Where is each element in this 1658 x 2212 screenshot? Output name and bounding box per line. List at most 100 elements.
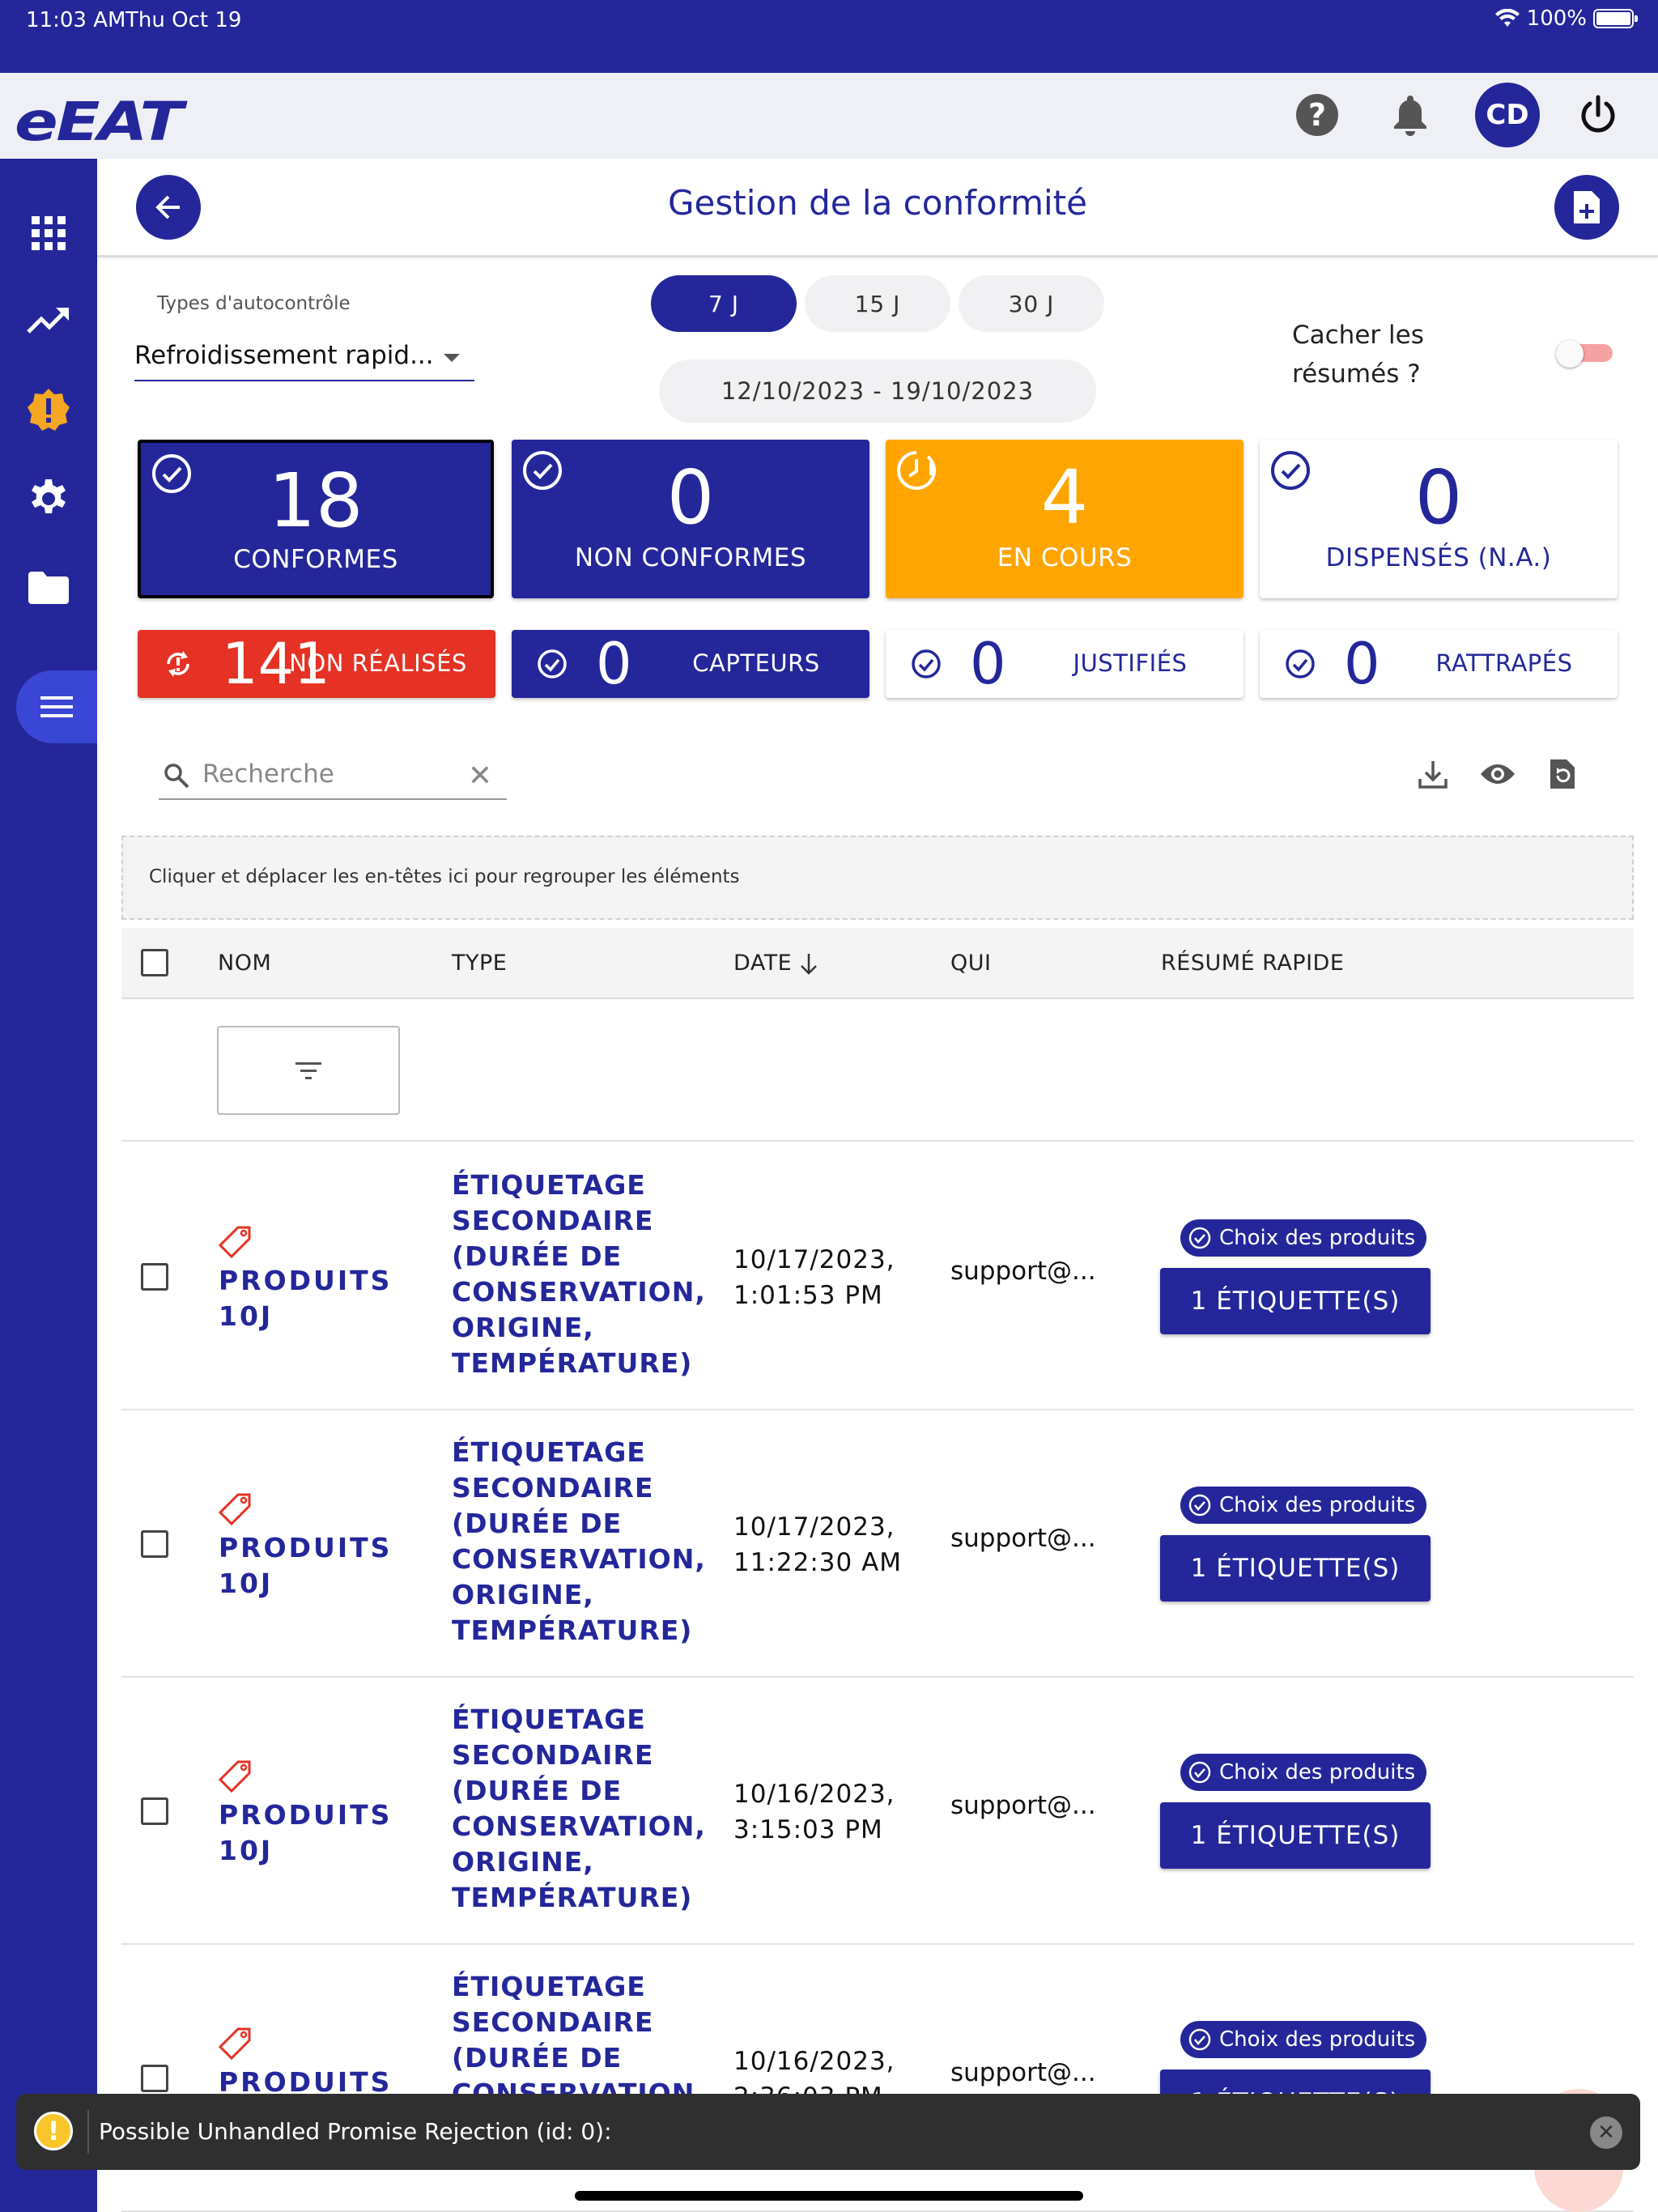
table-row[interactable]: PRODUITS 10J ÉTIQUETAGE SECONDAIRE (DURÉ… (121, 1678, 1634, 1945)
menu-icon (40, 696, 73, 717)
help-button[interactable]: ? (1291, 89, 1343, 141)
check-circle-icon (538, 649, 567, 678)
power-icon (1581, 95, 1615, 133)
period-15-button[interactable]: 15 J (805, 275, 950, 332)
add-document-icon (1574, 191, 1600, 223)
logout-button[interactable] (1572, 89, 1624, 141)
name-filter-button[interactable] (217, 1026, 400, 1115)
summary-chip: Choix des produits (1180, 2021, 1427, 2058)
help-icon: ? (1296, 94, 1338, 136)
reset-button[interactable] (1543, 755, 1582, 793)
reset-document-icon (1550, 759, 1575, 789)
row-checkbox[interactable] (141, 1530, 168, 1558)
stat-value: 0 (1414, 454, 1463, 541)
download-icon (1418, 761, 1448, 789)
row-checkbox[interactable] (141, 2065, 168, 2092)
period-30-button[interactable]: 30 J (959, 275, 1104, 332)
table-row[interactable]: PRODUITS 10J ÉTIQUETAGE SECONDAIRE (DURÉ… (121, 1143, 1634, 1410)
toggle-columns-button[interactable] (1478, 755, 1517, 793)
tag-icon (218, 2027, 251, 2061)
table-row[interactable]: PRODUITS ÉTIQUETAGE SECONDAIRE (DURÉE DE… (121, 1945, 1634, 2212)
select-all-checkbox[interactable] (141, 949, 168, 976)
check-circle-icon (912, 649, 941, 678)
group-drop-zone[interactable]: Cliquer et déplacer les en-têtes ici pou… (121, 836, 1634, 920)
alert-badge-icon (28, 389, 70, 431)
sidebar-item-stats[interactable] (24, 296, 73, 345)
labels-button[interactable]: 1 ÉTIQUETTE(S) (1160, 1268, 1431, 1334)
sidebar-item-documents[interactable] (24, 564, 73, 612)
tag-icon (218, 1226, 251, 1259)
stat-card-capteurs[interactable]: 0 CAPTEURS (512, 630, 869, 698)
types-label: Types d'autocontrôle (157, 293, 351, 314)
summary-chip: Choix des produits (1180, 1487, 1427, 1524)
stat-label: RATTRAPÉS (1435, 649, 1573, 677)
export-button[interactable] (1414, 755, 1452, 793)
row-qui: support@... (950, 1524, 1096, 1553)
summary-chip: Choix des produits (1180, 1754, 1427, 1791)
sidebar-item-menu[interactable] (16, 670, 97, 743)
tag-icon (218, 1493, 251, 1526)
app-header: eEAT ? CD (0, 73, 1658, 159)
filter-row (121, 1001, 1634, 1142)
col-header-resume[interactable]: RÉSUMÉ RAPIDE (1161, 951, 1344, 976)
search-field: ✕ (159, 753, 507, 800)
labels-button[interactable]: 1 ÉTIQUETTE(S) (1160, 1535, 1431, 1602)
sidebar-item-compliance[interactable] (24, 385, 73, 434)
col-header-date[interactable]: DATE (733, 951, 792, 976)
stat-value: 0 (970, 631, 1006, 697)
col-header-type[interactable]: TYPE (452, 951, 507, 976)
sidebar-item-dashboard[interactable] (24, 209, 73, 257)
row-name: PRODUITS 10J (219, 1265, 393, 1332)
stat-card-rattrapes[interactable]: 0 RATTRAPÉS (1260, 630, 1618, 698)
stat-card-non-conformes[interactable]: 0 NON CONFORMES (512, 440, 869, 598)
status-bar: 11:03 AM Thu Oct 19 100% (0, 0, 1658, 73)
home-indicator[interactable] (575, 2191, 1083, 2201)
row-date: 10/17/2023, 11:22:30 AM (733, 1512, 903, 1577)
types-select[interactable]: Refroidissement rapid... (134, 336, 474, 381)
date-range-picker[interactable]: 12/10/2023 - 19/10/2023 (659, 359, 1096, 423)
user-avatar[interactable]: CD (1475, 83, 1540, 147)
page-title: Gestion de la conformité (668, 183, 1087, 223)
page-header: Gestion de la conformité (97, 159, 1658, 257)
status-right: 100% (1494, 6, 1638, 31)
chevron-down-icon (444, 354, 460, 362)
col-header-qui[interactable]: QUI (950, 951, 991, 976)
stat-label: EN COURS (997, 543, 1133, 572)
battery-icon (1593, 9, 1638, 28)
row-checkbox[interactable] (141, 1797, 168, 1825)
app-logo: eEAT (15, 91, 183, 153)
error-toast[interactable]: ! Possible Unhandled Promise Rejection (… (16, 2094, 1640, 2170)
stat-card-en-cours[interactable]: 4 EN COURS (886, 440, 1244, 598)
row-qui: support@... (950, 2058, 1096, 2087)
arrow-down-icon (801, 954, 817, 975)
stat-label: CONFORMES (233, 545, 398, 574)
labels-button[interactable]: 1 ÉTIQUETTE(S) (1160, 1802, 1431, 1869)
eye-icon (1481, 764, 1515, 784)
stat-value: 0 (596, 631, 632, 697)
hide-summaries-toggle[interactable] (1556, 340, 1613, 368)
stat-value: 0 (666, 454, 715, 541)
stat-card-conformes[interactable]: 18 CONFORMES (138, 440, 494, 598)
stat-card-justifies[interactable]: 0 JUSTIFIÉS (886, 630, 1244, 698)
col-header-nom[interactable]: NOM (218, 951, 271, 976)
search-input[interactable] (202, 758, 445, 790)
sidebar-item-settings[interactable] (24, 474, 73, 523)
notifications-button[interactable] (1384, 89, 1436, 141)
search-icon (164, 764, 189, 789)
trending-up-icon (27, 308, 69, 334)
row-type: ÉTIQUETAGE SECONDAIRE (DURÉE DE CONSERVA… (452, 1971, 694, 2109)
grid-icon (32, 216, 66, 250)
close-icon[interactable]: ✕ (1590, 2116, 1622, 2149)
stat-card-dispenses[interactable]: 0 DISPENSÉS (N.A.) (1260, 440, 1618, 598)
row-checkbox[interactable] (141, 1263, 168, 1291)
status-time: 11:03 AM (26, 8, 126, 32)
table-row[interactable]: PRODUITS 10J ÉTIQUETAGE SECONDAIRE (DURÉ… (121, 1410, 1634, 1678)
period-7-button[interactable]: 7 J (651, 275, 797, 332)
check-circle-icon (1188, 1494, 1211, 1516)
clear-search-icon[interactable]: ✕ (468, 759, 492, 793)
new-document-button[interactable] (1554, 175, 1619, 240)
stat-label: JUSTIFIÉS (1073, 649, 1188, 677)
filter-icon (295, 1062, 321, 1079)
sidebar (0, 159, 97, 2212)
stat-card-non-realises[interactable]: 141 NON RÉALISÉS (138, 630, 495, 698)
